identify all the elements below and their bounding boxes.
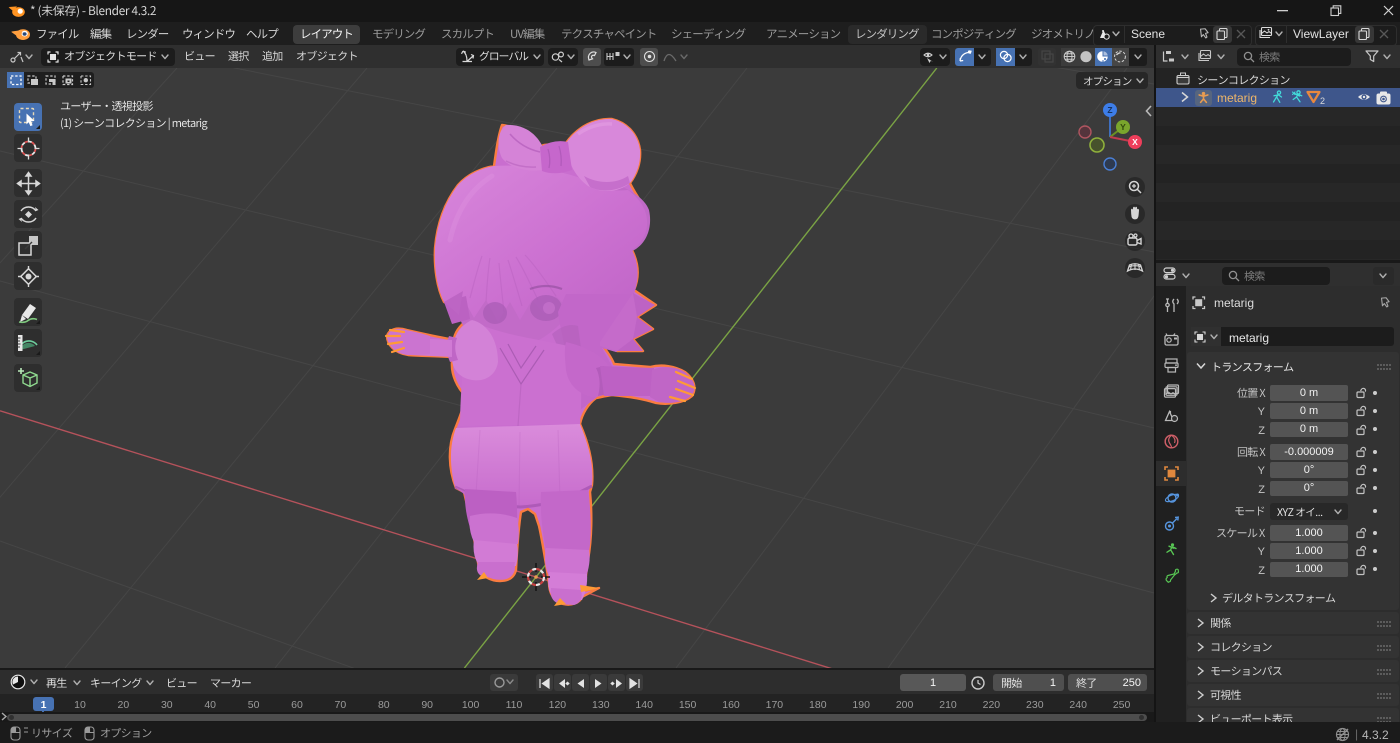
svg-text:Y: Y [1120,122,1126,132]
svg-text:Z: Z [1107,105,1112,115]
svg-text:X: X [1132,137,1138,147]
